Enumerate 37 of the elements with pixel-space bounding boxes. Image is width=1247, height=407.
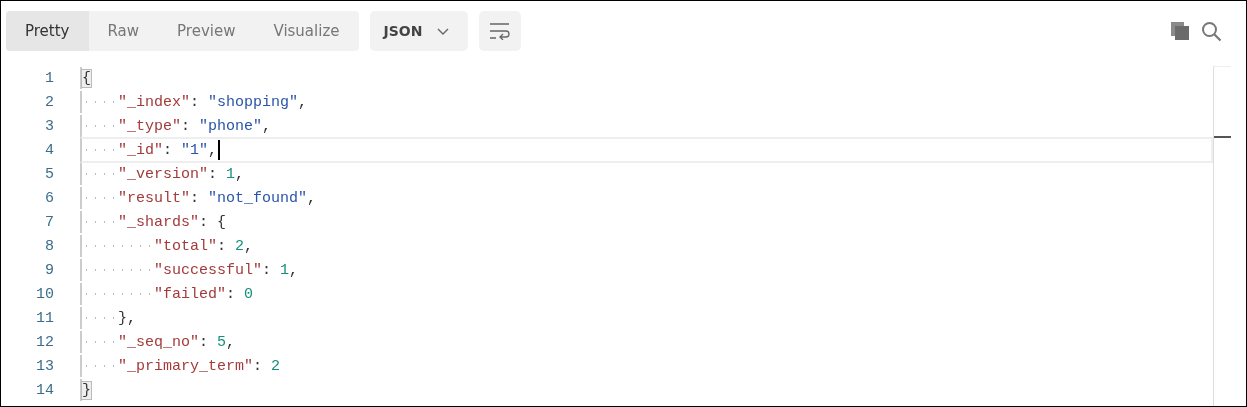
- line-number: 10: [35, 285, 55, 303]
- code-line: "_id": "1",: [118, 141, 218, 159]
- line-number: 2: [44, 93, 55, 111]
- view-tab[interactable]: Visualize: [254, 11, 359, 51]
- chevron-down-icon: [436, 26, 451, 36]
- code-line: "total": 2,: [154, 237, 254, 255]
- view-tab[interactable]: Pretty: [6, 11, 89, 51]
- line-number: 5: [44, 165, 55, 183]
- copy-icon[interactable]: [1170, 21, 1190, 41]
- code-line: "result": "not_found",: [118, 189, 317, 207]
- line-number: 1: [44, 69, 55, 87]
- view-tab[interactable]: Raw: [88, 11, 159, 51]
- code-line: "_seq_no": 5,: [118, 333, 236, 351]
- line-number: 12: [35, 333, 55, 351]
- code-line: "_shards": {: [118, 213, 227, 231]
- search-icon[interactable]: [1201, 20, 1222, 42]
- line-number: 8: [44, 237, 55, 255]
- text-cursor: [218, 140, 221, 160]
- line-number: 14: [35, 381, 55, 399]
- line-number: 6: [44, 189, 55, 207]
- line-number: 4: [44, 141, 55, 159]
- code-line: "_version": 1,: [118, 165, 245, 183]
- format-dropdown[interactable]: JSON: [369, 11, 469, 51]
- code-line: "failed": 0: [154, 285, 254, 303]
- view-tab[interactable]: Preview: [158, 11, 255, 51]
- line-number: 9: [44, 261, 55, 279]
- line-number: 11: [35, 309, 55, 327]
- line-number: 3: [44, 117, 55, 135]
- line-number: 13: [35, 357, 55, 375]
- code-line: "successful": 1,: [154, 261, 299, 279]
- wrap-lines-icon: [489, 22, 512, 40]
- line-number: 7: [44, 213, 55, 231]
- code-line: },: [118, 309, 136, 327]
- wrap-lines-button[interactable]: [479, 11, 522, 51]
- code-line: "_primary_term": 2: [118, 357, 281, 375]
- code-line: "_type": "phone",: [118, 117, 272, 135]
- code-line: "_index": "shopping",: [118, 93, 308, 111]
